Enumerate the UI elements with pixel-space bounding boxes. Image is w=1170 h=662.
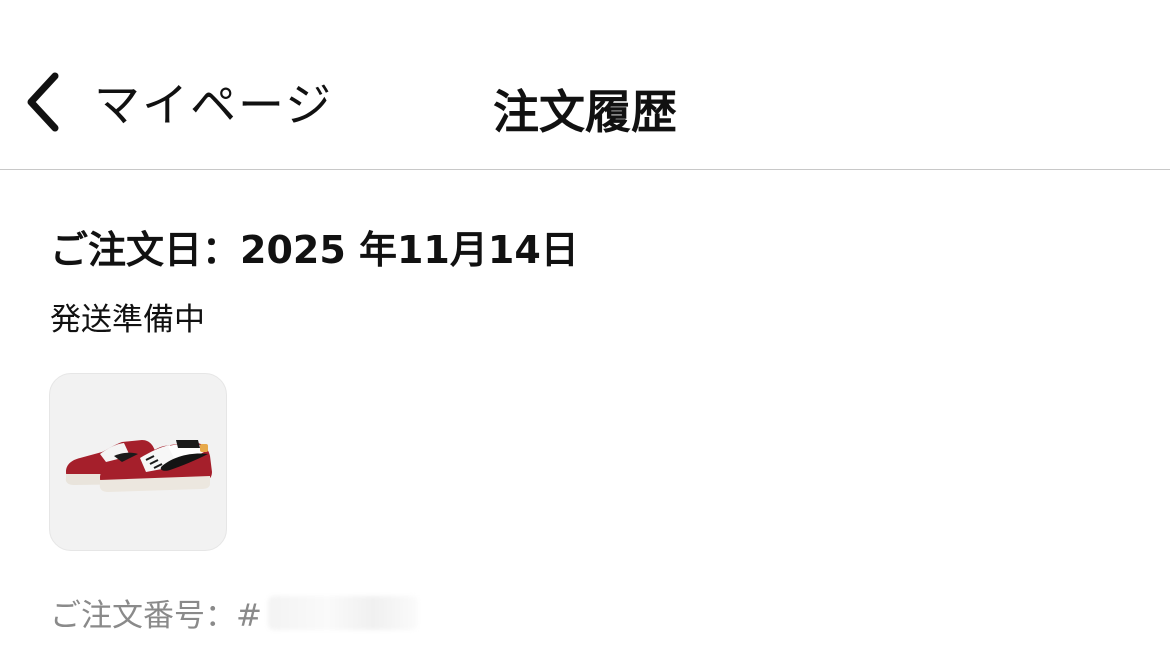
order-history-page: マイページ 注文履歴 ご注文日：2025 年11月14日 発送準備中 ご注文番号…	[0, 0, 1170, 662]
order-number: ご注文番号：#	[50, 590, 418, 635]
order-status: 発送準備中	[50, 302, 205, 338]
order-number-label: ご注文番号：#	[50, 598, 262, 634]
product-thumbnail[interactable]	[49, 373, 227, 551]
order-number-value-redacted	[267, 595, 418, 630]
sneaker-image	[65, 440, 212, 492]
order-date: ご注文日：2025 年11月14日	[50, 228, 579, 272]
navigation-header: マイページ 注文履歴	[0, 0, 1170, 170]
page-title: 注文履歴	[493, 85, 677, 139]
